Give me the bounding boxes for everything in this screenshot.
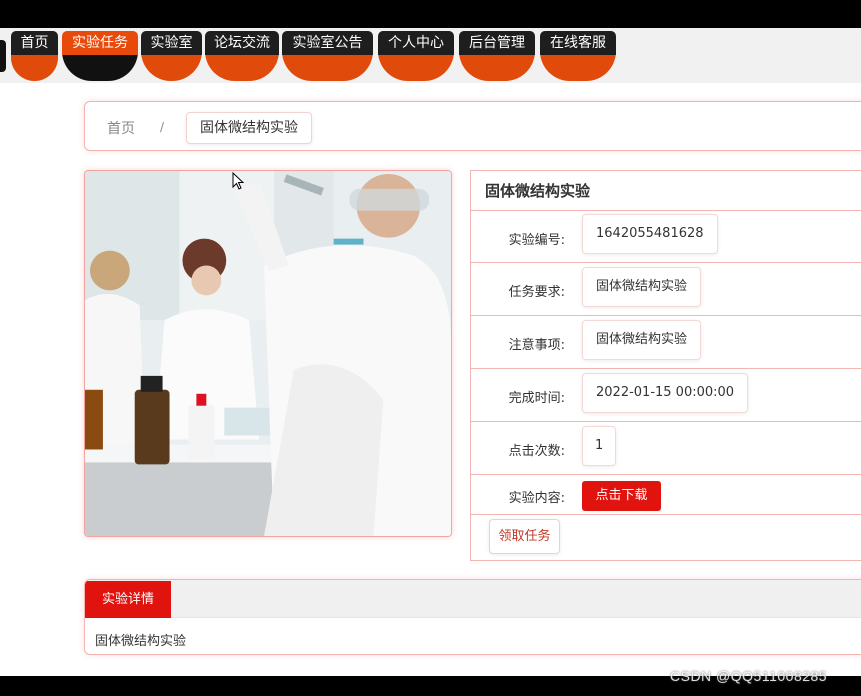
lab-photo-icon <box>85 171 451 536</box>
breadcrumb-current: 固体微结构实验 <box>186 112 312 144</box>
experiment-photo <box>84 170 452 537</box>
info-value: 2022-01-15 00:00:00 <box>582 373 749 413</box>
detail-content: 固体微结构实验 <box>95 634 187 649</box>
info-row-id: 实验编号: 1642055481628 <box>471 211 861 263</box>
nav-item-label: 首页 <box>11 31 58 55</box>
info-row-notes: 注意事项: 固体微结构实验 <box>471 316 861 369</box>
info-value: 固体微结构实验 <box>582 320 702 360</box>
info-row-requirement: 任务要求: 固体微结构实验 <box>471 263 861 316</box>
info-row-content: 实验内容: 点击下载 <box>471 475 861 515</box>
info-label: 任务要求: <box>508 285 565 300</box>
nav-item-home[interactable]: 首页 <box>11 31 58 81</box>
nav-item-announcements[interactable]: 实验室公告 <box>282 31 373 81</box>
detail-tab-bar: 实验详情 <box>85 580 861 618</box>
nav-edge-stub <box>0 40 6 72</box>
info-label: 完成时间: <box>508 391 565 406</box>
experiment-title: 固体微结构实验 <box>471 171 861 211</box>
info-label: 实验内容: <box>508 491 565 506</box>
nav-item-label: 在线客服 <box>540 31 616 55</box>
info-value: 固体微结构实验 <box>582 267 702 307</box>
take-task-button[interactable]: 领取任务 <box>489 519 560 554</box>
nav-item-label: 论坛交流 <box>205 31 279 55</box>
tab-experiment-details[interactable]: 实验详情 <box>85 581 171 618</box>
nav-item-label: 实验任务 <box>62 31 138 55</box>
nav-item-label: 个人中心 <box>378 31 454 55</box>
info-label: 实验编号: <box>508 233 565 248</box>
breadcrumb: 首页 / 固体微结构实验 <box>84 101 861 151</box>
experiment-info-panel: 固体微结构实验 实验编号: 1642055481628 任务要求: 固体微结构实… <box>470 170 861 561</box>
info-value: 1642055481628 <box>582 214 718 254</box>
info-row-deadline: 完成时间: 2022-01-15 00:00:00 <box>471 369 861 422</box>
download-button[interactable]: 点击下载 <box>582 481 661 511</box>
nav-item-admin[interactable]: 后台管理 <box>459 31 535 81</box>
info-label: 注意事项: <box>508 338 565 353</box>
nav-item-label: 实验室 <box>141 31 202 55</box>
nav-item-labs[interactable]: 实验室 <box>141 31 202 81</box>
detail-panel: 实验详情 固体微结构实验 <box>84 579 861 655</box>
watermark: CSDN @QQ511008285 <box>670 668 828 684</box>
nav-item-label: 后台管理 <box>459 31 535 55</box>
breadcrumb-separator: / <box>160 120 165 134</box>
info-label: 点击次数: <box>508 444 565 459</box>
info-row-clicks: 点击次数: 1 <box>471 422 861 475</box>
info-value: 1 <box>582 426 617 466</box>
mouse-cursor-icon <box>232 172 244 190</box>
nav-item-support[interactable]: 在线客服 <box>540 31 616 81</box>
nav-item-profile[interactable]: 个人中心 <box>378 31 454 81</box>
nav-item-forum[interactable]: 论坛交流 <box>205 31 279 81</box>
nav-item-tasks[interactable]: 实验任务 <box>62 31 138 81</box>
breadcrumb-home-link[interactable]: 首页 <box>107 118 135 138</box>
nav-item-label: 实验室公告 <box>282 31 373 55</box>
top-black-bar <box>0 0 861 28</box>
